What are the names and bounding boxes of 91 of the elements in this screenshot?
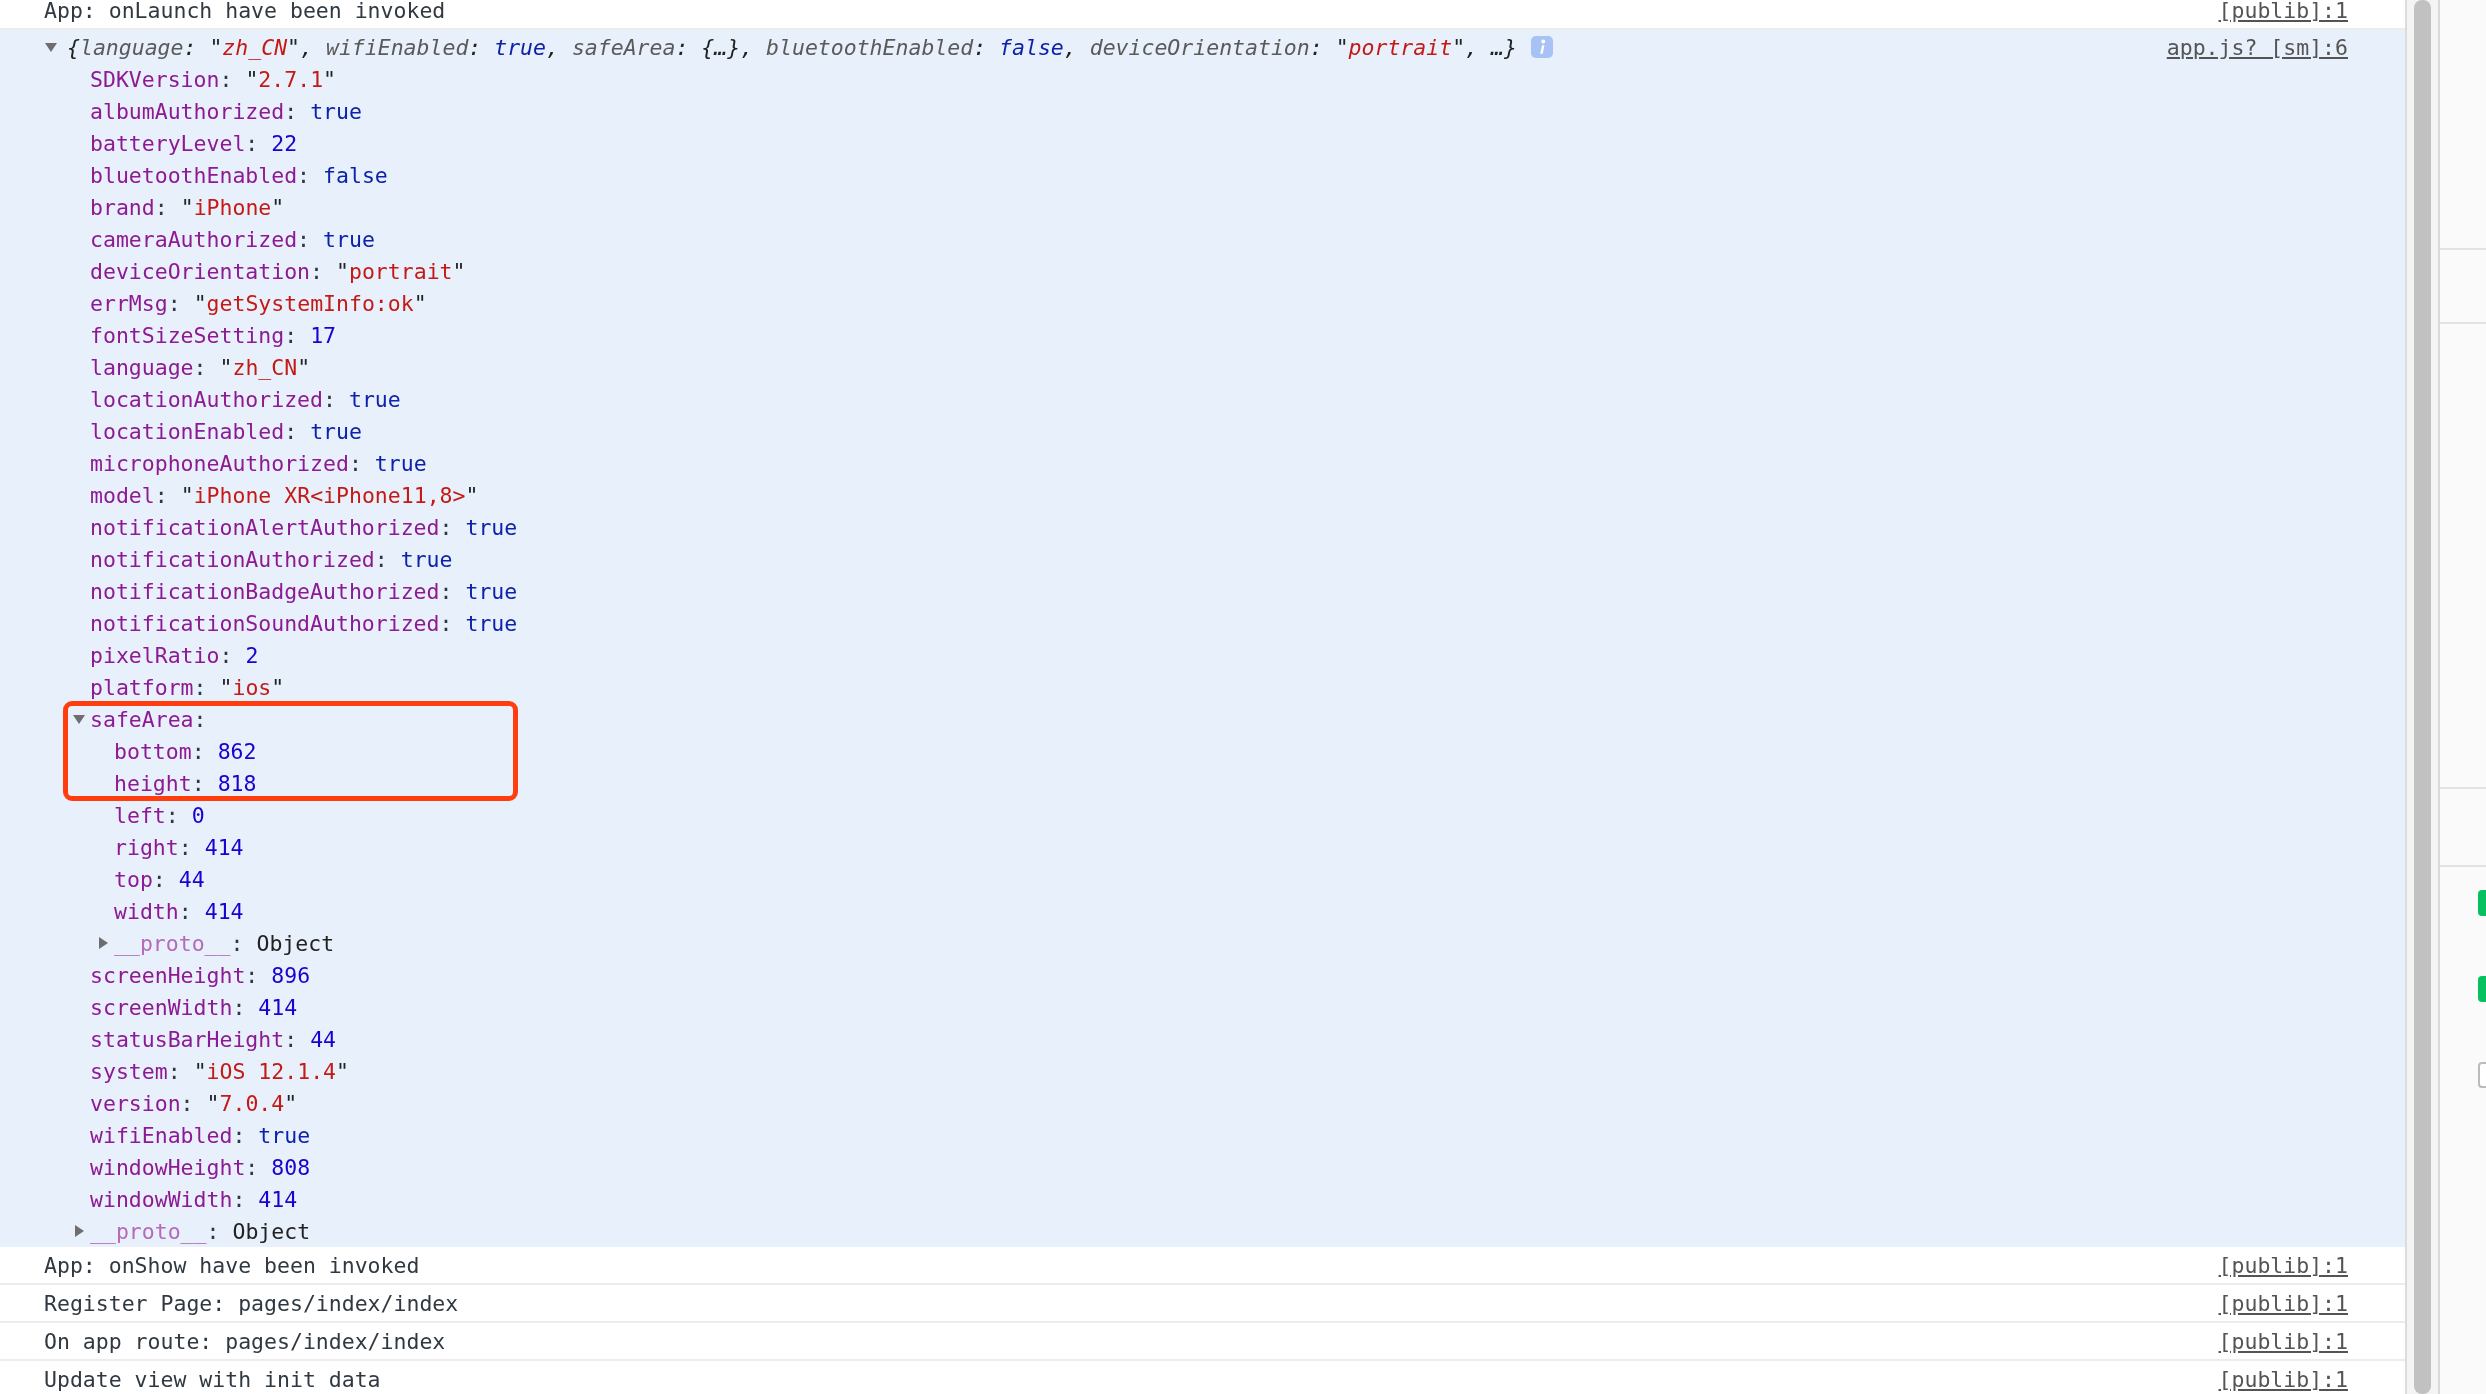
property-value: 0	[191, 802, 205, 828]
property-key: language:	[90, 354, 207, 380]
property-key: __proto__:	[90, 1218, 220, 1244]
property-key: wifiEnabled:	[90, 1122, 246, 1148]
property-key: errMsg:	[90, 290, 181, 316]
log-message: Update view with init data	[44, 1366, 382, 1392]
property-key: pixelRatio:	[90, 642, 233, 668]
property-value: 414	[204, 834, 244, 860]
property-key: bluetoothEnabled:	[90, 162, 311, 188]
property-value: true	[310, 98, 362, 124]
property-key: screenWidth:	[90, 994, 246, 1020]
property-key: model:	[90, 482, 168, 508]
property-key: notificationAuthorized:	[90, 546, 388, 572]
property-key: notificationAlertAuthorized:	[90, 514, 453, 540]
property-value: Object	[256, 930, 335, 956]
property-value: false	[323, 162, 388, 188]
object-summary: {language: "zh_CN", wifiEnabled: true, safeArea: {…}, bluetoothEnabled: false, deviceOrientation: "portrait", …}	[67, 34, 1517, 60]
property-value: 818	[217, 770, 257, 796]
property-value: "getSystemInfo:ok"	[193, 290, 427, 316]
property-key: fontSizeSetting:	[90, 322, 298, 348]
expand-toggle-icon[interactable]	[44, 40, 58, 54]
property-value: true	[348, 386, 401, 412]
property-value: true	[465, 514, 518, 540]
property-key: brand:	[90, 194, 168, 220]
property-key: top:	[114, 866, 166, 892]
property-value: true	[400, 546, 453, 572]
property-value: true	[374, 450, 427, 476]
property-key: locationAuthorized:	[90, 386, 336, 412]
property-key: screenHeight:	[90, 962, 259, 988]
property-value: 414	[258, 994, 298, 1020]
property-key: bottom:	[114, 738, 205, 764]
property-value: 17	[310, 322, 336, 348]
log-message: App: onShow have been invoked	[44, 1252, 421, 1278]
scrollbar[interactable]	[2405, 0, 2438, 1394]
property-key: locationEnabled:	[90, 418, 298, 444]
property-value: "iOS 12.1.4"	[193, 1058, 349, 1084]
source-link[interactable]: [publib]:1	[2218, 0, 2348, 23]
property-key: left:	[114, 802, 179, 828]
property-value: 22	[271, 130, 298, 156]
property-value: 44	[178, 866, 205, 892]
property-value: "iPhone"	[180, 194, 285, 220]
property-key: height:	[114, 770, 205, 796]
property-key: SDKVersion:	[90, 66, 233, 92]
property-value: "7.0.4"	[206, 1090, 298, 1116]
property-key: notificationBadgeAuthorized:	[90, 578, 453, 604]
property-key: windowHeight:	[90, 1154, 259, 1180]
expand-toggle-icon[interactable]	[72, 1224, 86, 1238]
property-value: "ios"	[219, 674, 285, 700]
property-value: 862	[217, 738, 257, 764]
log-message: App: onLaunch have been invoked	[44, 0, 447, 23]
property-value: 2	[245, 642, 259, 668]
property-value: "iPhone XR<iPhone11,8>"	[180, 482, 479, 508]
log-message: On app route: pages/index/index	[44, 1328, 447, 1354]
property-key: windowWidth:	[90, 1186, 246, 1212]
property-key: width:	[114, 898, 192, 924]
log-message: Register Page: pages/index/index	[44, 1290, 460, 1316]
property-value: "portrait"	[336, 258, 466, 284]
property-value: 414	[258, 1186, 298, 1212]
property-value: "zh_CN"	[219, 354, 311, 380]
property-key: notificationSoundAuthorized:	[90, 610, 453, 636]
expand-toggle-icon[interactable]	[96, 936, 110, 950]
property-key: cameraAuthorized:	[90, 226, 311, 252]
property-value: 44	[310, 1026, 336, 1052]
property-key: version:	[90, 1090, 194, 1116]
property-value: true	[258, 1122, 311, 1148]
property-key: microphoneAuthorized:	[90, 450, 362, 476]
property-key: system:	[90, 1058, 181, 1084]
property-value: true	[465, 578, 518, 604]
property-value: 808	[271, 1154, 311, 1180]
source-link[interactable]: app.js? [sm]:6	[2166, 34, 2348, 60]
property-key: right:	[114, 834, 192, 860]
property-key: platform:	[90, 674, 207, 700]
source-link[interactable]: [publib]:1	[2218, 1366, 2348, 1392]
property-key: albumAuthorized:	[90, 98, 298, 124]
info-icon[interactable]	[1530, 36, 1553, 58]
property-value: true	[310, 418, 362, 444]
property-value: 896	[271, 962, 311, 988]
property-key: deviceOrientation:	[90, 258, 323, 284]
source-link[interactable]: [publib]:1	[2218, 1290, 2348, 1316]
property-value: 414	[204, 898, 244, 924]
property-key: __proto__:	[114, 930, 244, 956]
property-value: Object	[232, 1218, 311, 1244]
expand-toggle-icon[interactable]	[72, 712, 86, 726]
property-key: batteryLevel:	[90, 130, 259, 156]
property-key: statusBarHeight:	[90, 1026, 298, 1052]
source-link[interactable]: [publib]:1	[2218, 1328, 2348, 1354]
source-link[interactable]: [publib]:1	[2218, 1252, 2348, 1278]
property-key: safeArea:	[90, 706, 207, 732]
property-value: true	[323, 226, 375, 252]
property-value: true	[465, 610, 518, 636]
property-value: "2.7.1"	[245, 66, 337, 92]
